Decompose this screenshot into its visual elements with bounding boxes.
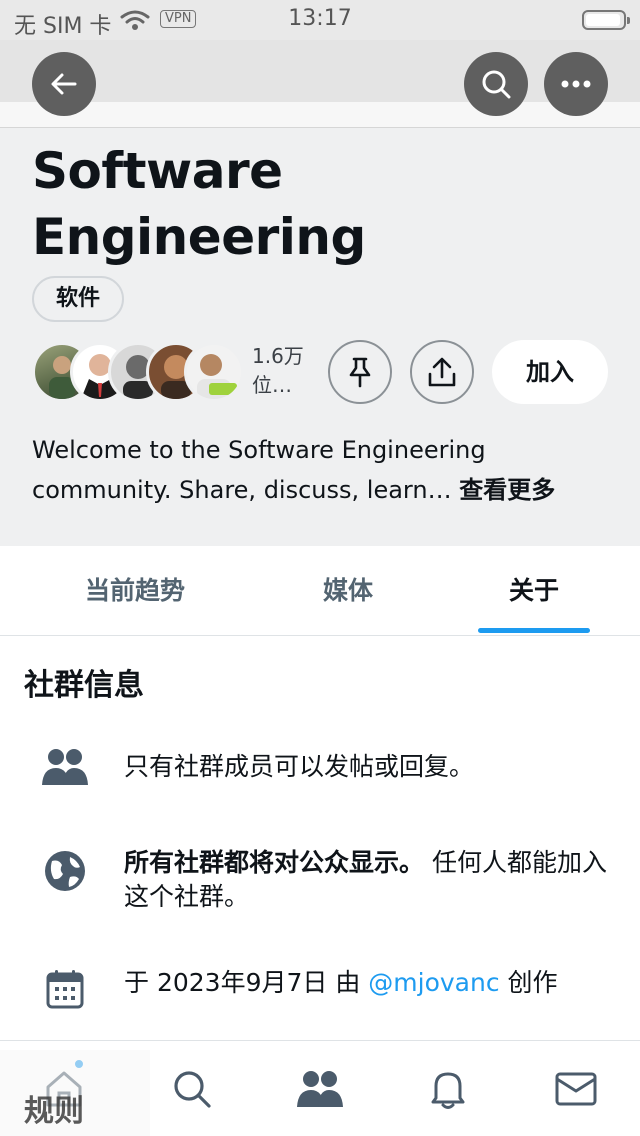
community-description: Welcome to the Software Engineering comm… — [32, 430, 612, 510]
created-suffix: 创作 — [499, 968, 558, 997]
battery-icon — [582, 10, 630, 30]
people-icon — [297, 1071, 343, 1107]
nav-communities[interactable] — [288, 1061, 352, 1117]
tab-selected-indicator — [478, 628, 590, 633]
arrow-left-icon — [51, 73, 77, 95]
status-time: 13:17 — [288, 6, 352, 31]
created-text: 于 2023年9月7日 由 @mjovanc 创作 — [124, 966, 624, 1000]
join-button[interactable]: 加入 — [492, 340, 608, 404]
share-icon — [428, 357, 456, 387]
community-tabs: 当前趋势 媒体 关于 — [0, 546, 640, 636]
tab-media[interactable]: 媒体 — [270, 546, 426, 636]
search-icon — [482, 70, 511, 99]
banner-strip — [0, 102, 640, 128]
tab-about[interactable]: 关于 — [464, 546, 604, 636]
search-button[interactable] — [464, 52, 528, 116]
bell-icon — [431, 1072, 465, 1109]
community-header: Software Engineering 软件 1.6万位… 加入 Welcom… — [0, 128, 640, 546]
visibility-text: 所有社群都将对公众显示。 任何人都能加入这个社群。 — [124, 846, 624, 914]
community-banner — [0, 40, 640, 102]
envelope-icon — [555, 1072, 597, 1106]
members-only-text: 只有社群成员可以发帖或回复。 — [124, 752, 475, 781]
nav-notifications[interactable] — [416, 1061, 480, 1117]
pin-button[interactable] — [328, 340, 392, 404]
avatar — [184, 342, 244, 402]
nav-messages[interactable] — [544, 1061, 608, 1117]
more-button[interactable] — [544, 52, 608, 116]
see-more-link[interactable]: 查看更多 — [459, 476, 555, 504]
community-tag[interactable]: 软件 — [32, 276, 125, 322]
share-button[interactable] — [410, 340, 474, 404]
people-icon — [40, 742, 90, 792]
status-bar: 无 SIM 卡 VPN 13:17 — [0, 0, 640, 40]
globe-icon — [40, 846, 90, 896]
back-button[interactable] — [32, 52, 96, 116]
search-icon — [174, 1071, 211, 1108]
visibility-bold-text: 所有社群都将对公众显示。 — [124, 848, 425, 877]
tab-trending[interactable]: 当前趋势 — [40, 546, 230, 636]
pin-icon — [349, 357, 371, 388]
section-title: 社群信息 — [24, 668, 144, 703]
member-count[interactable]: 1.6万位… — [252, 342, 322, 400]
calendar-icon — [40, 964, 90, 1014]
rules-label[interactable]: 规则 — [24, 1086, 84, 1130]
creator-mention-link[interactable]: @mjovanc — [368, 968, 499, 997]
nav-search[interactable] — [160, 1061, 224, 1117]
more-icon — [561, 80, 591, 88]
member-avatars[interactable] — [32, 342, 244, 402]
community-title: Software Engineering — [32, 142, 366, 266]
created-prefix: 于 2023年9月7日 由 — [124, 968, 369, 997]
description-text: Welcome to the Software Engineering comm… — [32, 436, 486, 504]
